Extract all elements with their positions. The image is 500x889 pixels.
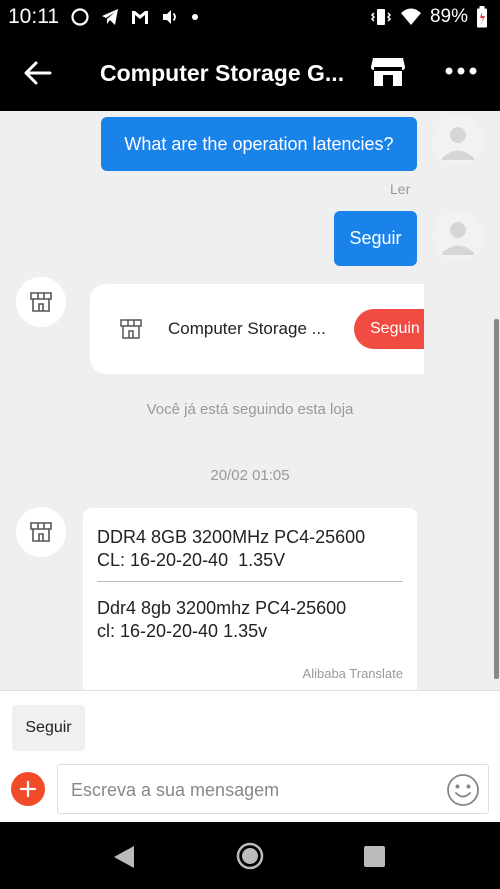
vibrate-icon bbox=[370, 9, 392, 25]
chat-title: Computer Storage G... bbox=[100, 60, 345, 86]
outgoing-message-text: Seguir bbox=[349, 228, 402, 248]
shop-card-name: Computer Storage ... bbox=[168, 319, 326, 338]
quick-reply-chip[interactable]: Seguir bbox=[12, 705, 85, 751]
follow-button[interactable]: Seguin bbox=[354, 309, 424, 349]
plus-icon bbox=[19, 780, 37, 798]
telegram-icon bbox=[102, 9, 118, 25]
nav-back-icon[interactable] bbox=[113, 845, 135, 869]
back-arrow-icon[interactable] bbox=[22, 58, 54, 88]
composer-bar bbox=[0, 763, 500, 822]
nav-home-icon[interactable] bbox=[236, 842, 264, 870]
status-time: 10:11 bbox=[8, 5, 59, 28]
incoming-message-translated: Ddr4 8gb 3200mhz PC4-25600 cl: 16-20-20-… bbox=[97, 598, 347, 641]
user-avatar-icon bbox=[433, 211, 483, 261]
user-avatar[interactable] bbox=[433, 116, 483, 166]
shop-store-icon bbox=[30, 522, 52, 542]
shop-avatar[interactable] bbox=[16, 277, 66, 327]
outgoing-message-text: What are the operation latencies? bbox=[124, 133, 394, 154]
system-note: Você já está seguindo esta loja bbox=[146, 401, 354, 418]
add-attachment-button[interactable] bbox=[11, 772, 45, 806]
system-icons: 89% bbox=[370, 6, 488, 28]
outgoing-message-bubble[interactable]: Seguir bbox=[334, 211, 417, 266]
shop-card[interactable]: Computer Storage ... Seguin bbox=[90, 284, 424, 374]
wifi-icon bbox=[400, 8, 421, 25]
translator-label: Alibaba Translate bbox=[302, 666, 403, 681]
dot-icon bbox=[192, 14, 198, 20]
incoming-message-original: DDR4 8GB 3200MHz PC4-25600 CL: 16-20-20-… bbox=[97, 527, 366, 570]
battery-icon bbox=[477, 6, 487, 28]
system-nav-bar bbox=[0, 822, 500, 889]
shop-avatar[interactable] bbox=[16, 507, 66, 557]
notification-icons bbox=[70, 7, 200, 27]
store-icon[interactable] bbox=[370, 56, 406, 88]
message-divider bbox=[97, 581, 403, 582]
gmail-icon bbox=[132, 11, 148, 24]
app-bar: Computer Storage G... bbox=[0, 34, 500, 111]
circle-notification-icon bbox=[71, 8, 89, 26]
nav-recents-icon[interactable] bbox=[364, 846, 385, 867]
incoming-message-card[interactable]: DDR4 8GB 3200MHz PC4-25600 CL: 16-20-20-… bbox=[83, 508, 417, 690]
quick-reply-bar: Seguir bbox=[0, 690, 500, 763]
shop-store-icon bbox=[120, 319, 142, 339]
user-avatar-icon bbox=[433, 116, 483, 166]
message-input[interactable] bbox=[71, 777, 431, 803]
read-status: Ler bbox=[390, 181, 411, 197]
message-input-box[interactable] bbox=[57, 764, 489, 814]
chat-area[interactable]: What are the operation latencies? Ler Se… bbox=[0, 111, 500, 690]
chat-scrollbar[interactable] bbox=[494, 319, 499, 679]
more-icon[interactable] bbox=[444, 64, 478, 78]
battery-percent: 89% bbox=[429, 6, 468, 27]
status-bar: 10:11 89% bbox=[0, 0, 500, 34]
volume-icon bbox=[163, 10, 176, 24]
outgoing-message-bubble[interactable]: What are the operation latencies? bbox=[101, 117, 417, 171]
user-avatar[interactable] bbox=[433, 211, 483, 261]
emoji-icon[interactable] bbox=[446, 773, 480, 807]
shop-store-icon bbox=[30, 292, 52, 312]
message-timestamp: 20/02 01:05 bbox=[210, 467, 290, 484]
